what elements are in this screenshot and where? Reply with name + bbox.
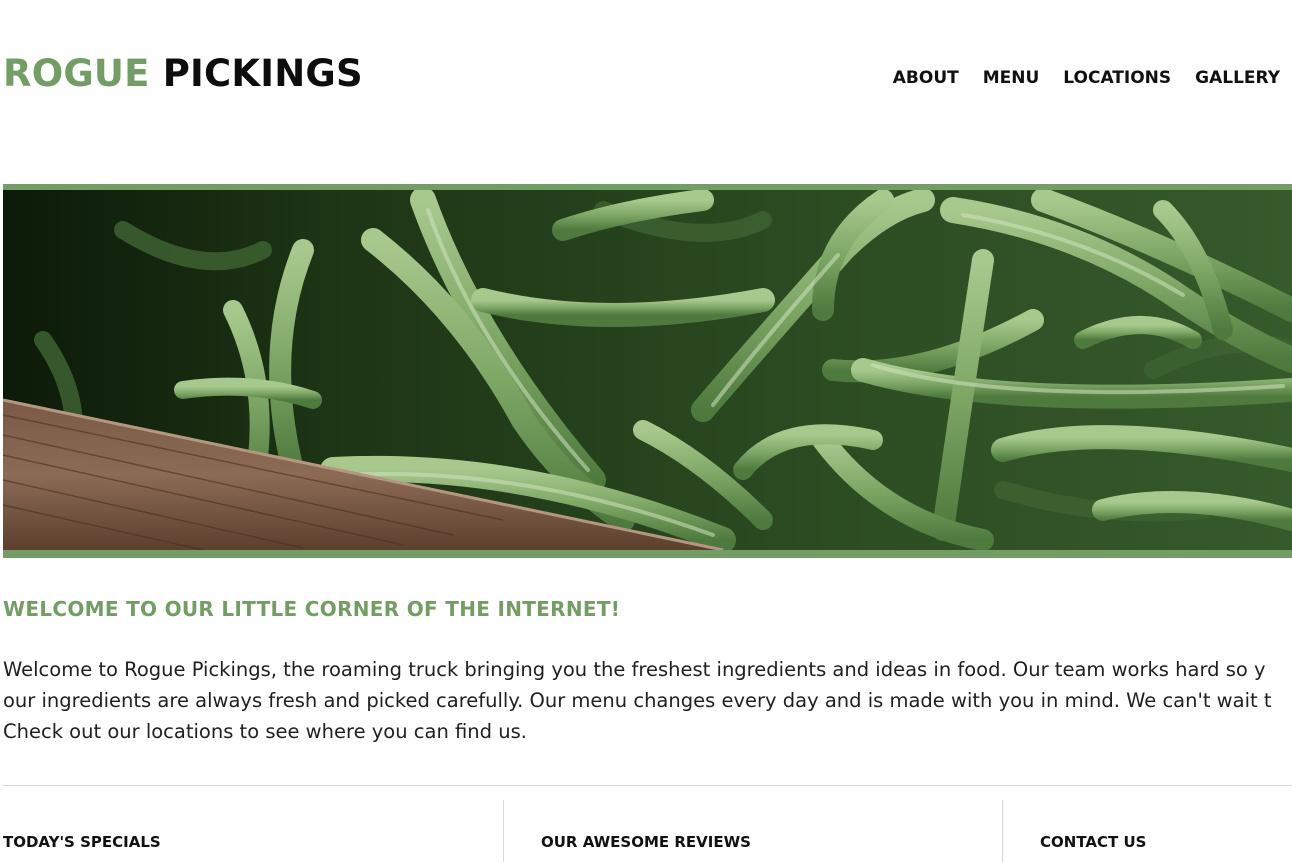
green-beans-image: [3, 190, 1292, 550]
nav-locations[interactable]: LOCATIONS: [1063, 66, 1171, 90]
section-divider: [3, 785, 1292, 786]
column-divider-1: [503, 800, 504, 862]
site-logo[interactable]: ROGUE PICKINGS: [3, 50, 363, 98]
welcome-line-3: Check out our locations to see where you…: [3, 720, 527, 743]
welcome-heading: WELCOME TO OUR LITTLE CORNER OF THE INTE…: [3, 597, 621, 621]
welcome-line-2: our ingredients are always fresh and pic…: [3, 689, 1272, 712]
nav-gallery[interactable]: GALLERY: [1195, 66, 1280, 90]
welcome-paragraph: Welcome to Rogue Pickings, the roaming t…: [3, 654, 1292, 747]
contact-heading: CONTACT US: [1040, 833, 1147, 851]
welcome-line-1: Welcome to Rogue Pickings, the roaming t…: [3, 658, 1266, 681]
logo-word-pickings: PICKINGS: [162, 52, 363, 95]
hero-image: [3, 190, 1292, 550]
nav-about[interactable]: ABOUT: [893, 66, 959, 90]
column-divider-2: [1002, 800, 1003, 862]
logo-word-rogue: ROGUE: [3, 52, 150, 95]
nav-menu[interactable]: MENU: [983, 66, 1040, 90]
hero-banner: [3, 184, 1292, 558]
site-header: ROGUE PICKINGS ABOUT MENU LOCATIONS GALL…: [0, 0, 1292, 140]
main-nav: ABOUT MENU LOCATIONS GALLERY: [869, 66, 1280, 90]
reviews-heading: OUR AWESOME REVIEWS: [541, 833, 751, 851]
page: ROGUE PICKINGS ABOUT MENU LOCATIONS GALL…: [0, 0, 1292, 862]
todays-specials-heading: TODAY'S SPECIALS: [3, 833, 161, 851]
